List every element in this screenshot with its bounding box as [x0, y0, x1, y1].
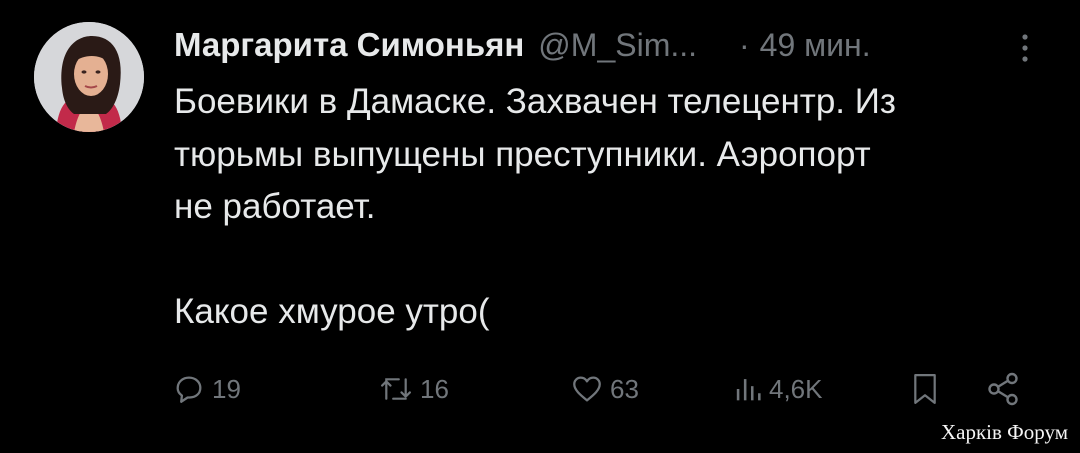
retweet-button[interactable]: 16: [378, 364, 449, 414]
views-button[interactable]: 4,6K: [733, 364, 823, 414]
reply-button[interactable]: 19: [172, 364, 241, 414]
reply-icon: [176, 376, 202, 403]
bookmark-button[interactable]: [908, 364, 942, 414]
heart-icon: [573, 376, 601, 402]
retweet-icon: [381, 378, 411, 400]
watermark: Харків Форум: [940, 420, 1068, 444]
timestamp[interactable]: 49 мин.: [760, 27, 871, 64]
like-count: 63: [610, 373, 639, 404]
share-button[interactable]: [985, 364, 1021, 414]
retweet-count: 16: [420, 373, 449, 404]
tweet-text-line: Какое хмурое утро(: [174, 292, 490, 331]
tweet-header: Маргарита Симоньян @M_Sim... · 49 мин.: [174, 22, 871, 68]
tweet-text-line: не работает.: [174, 187, 376, 226]
tweet-text-line: тюрьмы выпущены преступники. Аэропорт: [174, 134, 871, 174]
tweet-text: Боевики в Дамаске. Захвачен телецентр. И…: [174, 76, 1054, 339]
share-icon: [988, 372, 1018, 406]
tweet-text-line: Боевики в Дамаске. Захвачен телецентр. И…: [174, 82, 896, 121]
reply-count: 19: [212, 373, 241, 404]
author-display-name[interactable]: Маргарита Симоньян: [174, 26, 524, 64]
header-separator: ·: [739, 26, 750, 63]
like-button[interactable]: 63: [570, 364, 639, 414]
avatar-photo-icon: [34, 22, 144, 132]
tweet[interactable]: Маргарита Симоньян @M_Sim... · 49 мин. Б…: [0, 0, 1080, 453]
more-options-button[interactable]: [1010, 28, 1040, 68]
more-vertical-icon: [1022, 34, 1028, 62]
avatar[interactable]: [34, 22, 144, 132]
bookmark-icon: [914, 374, 936, 404]
views-chart-icon: [736, 379, 761, 401]
views-count: 4,6K: [769, 373, 823, 404]
action-bar: 19 16 63 4,6K: [0, 364, 1080, 414]
author-handle[interactable]: @M_Sim...: [538, 27, 697, 64]
